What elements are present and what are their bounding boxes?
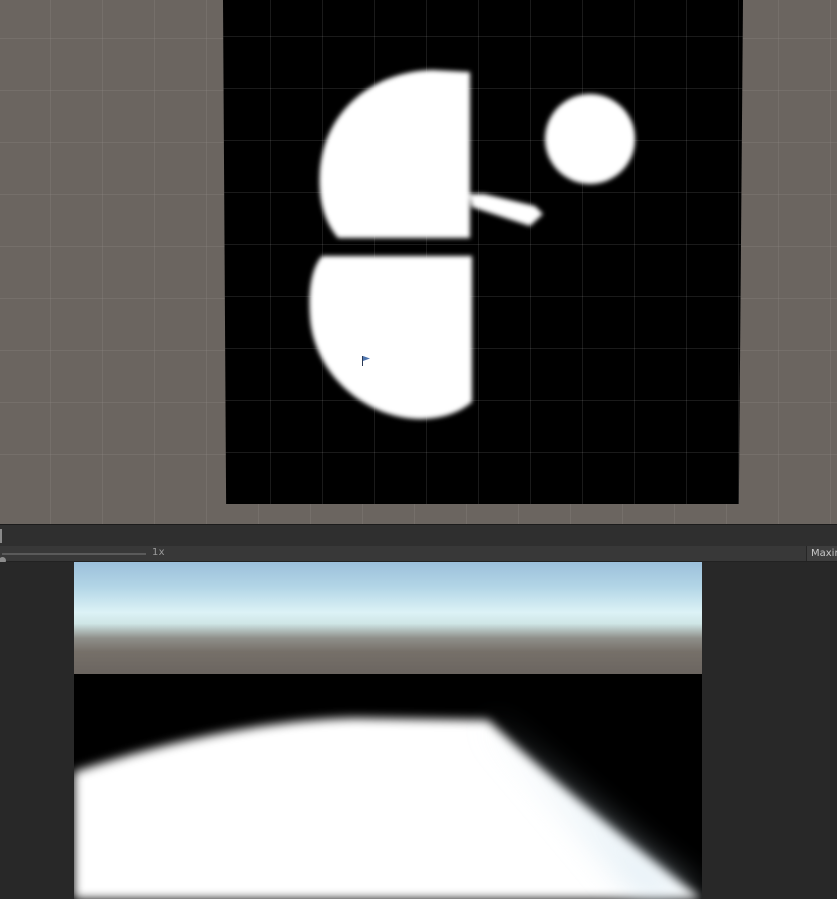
panel-edge bbox=[0, 529, 2, 543]
lower-half-disc bbox=[309, 256, 472, 419]
scene-view[interactable] bbox=[0, 0, 837, 524]
upper-half-disc bbox=[319, 70, 470, 238]
game-foreground-shape bbox=[74, 718, 702, 899]
game-view[interactable] bbox=[0, 562, 837, 899]
panel-divider[interactable] bbox=[0, 524, 837, 548]
scene-bottom-strip bbox=[0, 504, 837, 524]
scale-label: 1x bbox=[152, 547, 165, 558]
connector-stick bbox=[470, 194, 543, 226]
game-display[interactable] bbox=[74, 562, 702, 899]
scale-slider[interactable] bbox=[0, 553, 146, 564]
maximize-on-play-toggle[interactable]: Maximize On Play bbox=[806, 546, 837, 561]
scene-shapes bbox=[309, 70, 635, 419]
game-toolbar: 1x Maximize On Play bbox=[0, 546, 837, 564]
small-circle bbox=[545, 94, 635, 184]
